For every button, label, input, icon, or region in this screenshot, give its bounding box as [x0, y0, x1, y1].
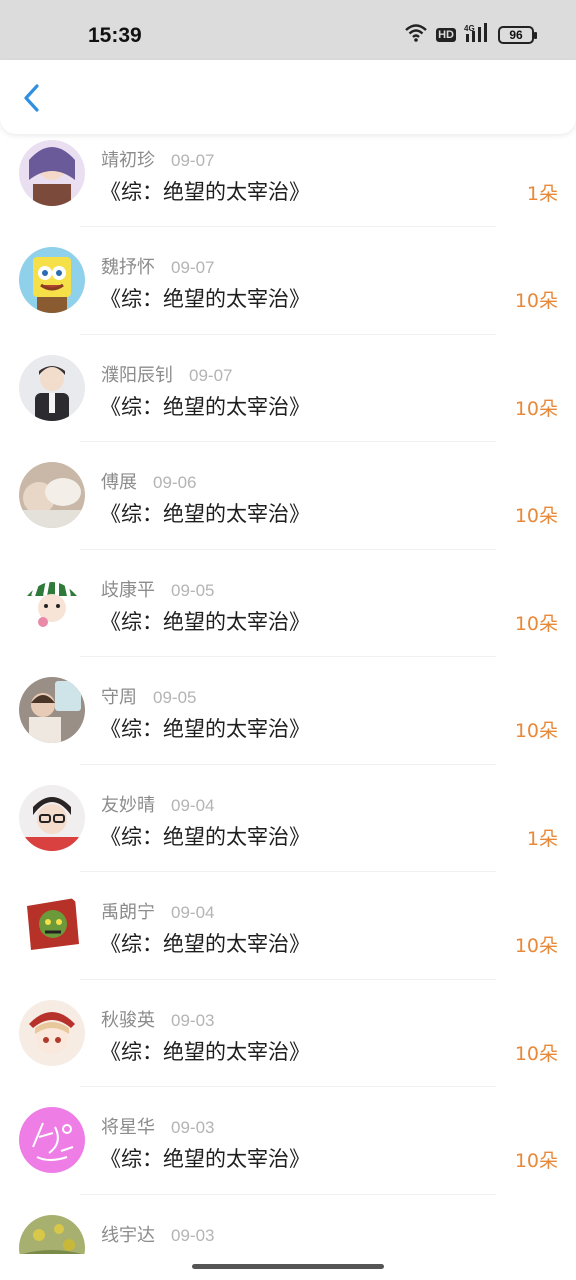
list-item[interactable]: 将星华 09-03 《综：绝望的太宰治》 10朵: [0, 1087, 576, 1195]
book-title: 《综：绝望的太宰治》: [100, 502, 310, 526]
avatar: [19, 569, 85, 636]
nav-bar: [0, 60, 576, 134]
avatar: [19, 354, 85, 421]
status-icons: HD 4G 96: [404, 23, 537, 47]
chevron-left-icon: [24, 84, 39, 112]
list-item[interactable]: 线宇达 09-03: [0, 1195, 576, 1254]
book-title: 《综：绝望的太宰治》: [100, 717, 310, 741]
date: 09-05: [153, 688, 197, 707]
home-indicator[interactable]: [192, 1264, 384, 1269]
date: 09-03: [171, 1118, 215, 1137]
flower-count: 1朵: [526, 183, 558, 205]
hd-icon: HD: [436, 28, 456, 42]
flower-count: 10朵: [514, 397, 558, 420]
back-button[interactable]: [14, 80, 50, 116]
avatar: [19, 892, 85, 958]
status-bar: 15:39 HD 4G 96: [0, 0, 576, 60]
user-name: 将星华: [101, 1117, 155, 1138]
list-item[interactable]: 傅展 09-06 《综：绝望的太宰治》 10朵: [0, 442, 576, 550]
signal-icon: 4G: [464, 23, 490, 47]
list-item[interactable]: 魏抒怀 09-07 《综：绝望的太宰治》 10朵: [0, 227, 576, 335]
wifi-icon: [404, 23, 428, 47]
flower-count: 1朵: [526, 827, 558, 850]
date: 09-07: [189, 365, 233, 385]
avatar: [19, 1107, 85, 1173]
date: 09-04: [171, 795, 215, 815]
book-title: 《综：绝望的太宰治》: [100, 932, 310, 956]
list-item[interactable]: 秋骏英 09-03 《综：绝望的太宰治》 10朵: [0, 980, 576, 1087]
book-title: 《综：绝望的太宰治》: [100, 1039, 310, 1064]
date: 09-07: [171, 151, 215, 170]
list-item[interactable]: 友妙晴 09-04 《综：绝望的太宰治》 1朵: [0, 765, 576, 872]
date: 09-07: [171, 258, 215, 277]
avatar: [19, 677, 85, 743]
user-name: 友妙晴: [101, 794, 155, 816]
list-item[interactable]: 濮阳辰钊 09-07 《综：绝望的太宰治》 10朵: [0, 335, 576, 442]
user-name: 守周: [101, 687, 137, 708]
list-item[interactable]: 守周 09-05 《综：绝望的太宰治》 10朵: [0, 657, 576, 765]
avatar: [19, 462, 85, 528]
flower-count: 10朵: [514, 1042, 558, 1065]
flower-count: 10朵: [514, 290, 558, 312]
gift-list[interactable]: 靖初珍 09-07 《综：绝望的太宰治》 1朵 魏抒怀 09-07 《综：绝望的…: [0, 134, 576, 1254]
user-name: 线宇达: [101, 1224, 155, 1246]
avatar: [19, 784, 85, 851]
book-title: 《综：绝望的太宰治》: [100, 824, 310, 849]
user-name: 禹朗宁: [101, 902, 155, 923]
book-title: 《综：绝望的太宰治》: [100, 180, 310, 204]
flower-count: 10朵: [514, 720, 558, 742]
flower-count: 10朵: [514, 1150, 558, 1172]
user-name: 靖初珍: [101, 150, 155, 171]
flower-count: 10朵: [514, 505, 558, 527]
status-time: 15:39: [88, 24, 142, 47]
book-title: 《综：绝望的太宰治》: [100, 609, 310, 634]
avatar: [19, 999, 85, 1066]
date: 09-04: [171, 903, 215, 922]
user-name: 傅展: [101, 472, 137, 493]
book-title: 《综：绝望的太宰治》: [100, 1147, 310, 1171]
list-item[interactable]: 禹朗宁 09-04 《综：绝望的太宰治》 10朵: [0, 872, 576, 980]
user-name: 魏抒怀: [101, 257, 155, 278]
date: 09-03: [171, 1010, 215, 1030]
date: 09-03: [171, 1225, 215, 1245]
book-title: 《综：绝望的太宰治》: [100, 287, 310, 311]
user-name: 歧康平: [101, 579, 155, 601]
flower-count: 10朵: [514, 612, 558, 635]
avatar: [19, 1214, 85, 1254]
avatar: [19, 247, 85, 313]
user-name: 濮阳辰钊: [101, 364, 173, 386]
user-name: 秋骏英: [101, 1009, 155, 1031]
avatar: [19, 140, 85, 206]
battery-icon: 96: [498, 26, 537, 44]
list-item[interactable]: 歧康平 09-05 《综：绝望的太宰治》 10朵: [0, 550, 576, 657]
date: 09-05: [171, 580, 215, 600]
book-title: 《综：绝望的太宰治》: [100, 394, 310, 419]
list-item[interactable]: 靖初珍 09-07 《综：绝望的太宰治》 1朵: [0, 134, 576, 227]
flower-count: 10朵: [514, 935, 558, 957]
date: 09-06: [153, 473, 197, 492]
